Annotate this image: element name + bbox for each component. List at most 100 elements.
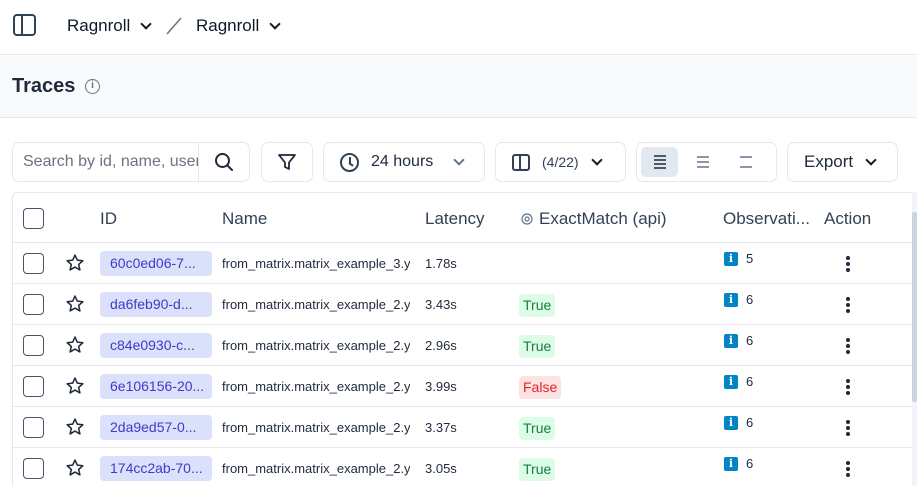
observations-cell: i6 (724, 456, 753, 471)
trace-latency: 2.96s (425, 338, 457, 353)
search-icon (215, 153, 233, 171)
more-actions-icon[interactable] (843, 377, 853, 397)
observations-count: 6 (746, 292, 754, 307)
table-row[interactable]: c84e0930-c... from_matrix.matrix_example_… (13, 325, 917, 366)
more-actions-icon[interactable] (843, 254, 853, 274)
table-row[interactable]: da6feb90-d... from_matrix.matrix_example_… (13, 284, 917, 325)
top-bar: Ragnroll Ragnroll (0, 0, 917, 55)
page-title: Traces (12, 75, 76, 97)
page-header: Traces i (0, 56, 917, 118)
density-medium-button[interactable] (684, 147, 721, 177)
trace-id-link[interactable]: c84e0930-c... (100, 333, 212, 358)
info-icon: i (724, 415, 738, 430)
row-checkbox[interactable] (23, 417, 44, 438)
observations-count: 6 (746, 374, 754, 389)
observations-count: 6 (746, 456, 754, 471)
breadcrumb-env[interactable]: Ragnroll (196, 16, 281, 36)
rows-compact-icon (653, 155, 666, 169)
trace-name: from_matrix.matrix_example_2.yaml (222, 297, 410, 312)
star-icon[interactable] (65, 417, 85, 437)
row-checkbox[interactable] (23, 253, 44, 274)
more-actions-icon[interactable] (843, 459, 853, 479)
table-row[interactable]: 6e106156-20... from_matrix.matrix_example… (13, 366, 917, 407)
trace-id-link[interactable]: 6e106156-20... (100, 374, 212, 399)
observations-cell: i6 (724, 333, 753, 348)
trace-id-link[interactable]: 2da9ed57-0... (100, 415, 212, 440)
trace-name: from_matrix.matrix_example_2.yaml (222, 338, 410, 353)
breadcrumb-separator-icon (166, 17, 182, 35)
density-expanded-button[interactable] (727, 147, 764, 177)
breadcrumb-env-label: Ragnroll (196, 16, 260, 35)
column-header-id[interactable]: ID (100, 209, 117, 229)
observations-count: 6 (746, 415, 754, 430)
star-icon[interactable] (65, 376, 85, 396)
breadcrumb-project-label: Ragnroll (67, 16, 131, 35)
trace-latency: 1.78s (425, 256, 457, 271)
chevron-down-icon (453, 153, 465, 166)
column-header-latency[interactable]: Latency (425, 209, 485, 229)
trace-name: from_matrix.matrix_example_2.yaml (222, 461, 410, 476)
info-icon[interactable]: i (85, 79, 100, 94)
trace-latency: 3.43s (425, 297, 457, 312)
chevron-down-icon (140, 17, 152, 30)
breadcrumb-project[interactable]: Ragnroll (67, 16, 152, 36)
score-badge: True (519, 458, 556, 481)
row-checkbox[interactable] (23, 294, 44, 315)
search-input[interactable] (13, 153, 199, 171)
row-checkbox[interactable] (23, 376, 44, 397)
search-box (12, 142, 250, 182)
columns-count: (4/22) (542, 154, 579, 170)
trace-latency: 3.99s (425, 379, 457, 394)
table-row[interactable]: 174cc2ab-70... from_matrix.matrix_example… (13, 448, 917, 486)
info-icon: i (724, 251, 738, 266)
more-actions-icon[interactable] (843, 295, 853, 315)
table-row[interactable]: 60c0ed06-7... from_matrix.matrix_example_… (13, 243, 917, 284)
density-compact-button[interactable] (641, 147, 678, 177)
more-actions-icon[interactable] (843, 418, 853, 438)
observations-cell: i6 (724, 292, 753, 307)
row-density-toggle (636, 142, 777, 182)
table-scrollbar-thumb[interactable] (912, 212, 917, 402)
columns-button[interactable]: (4/22) (495, 142, 626, 182)
chevron-down-icon (269, 17, 281, 30)
observations-cell: i6 (724, 415, 753, 430)
info-icon: i (724, 374, 738, 389)
search-button[interactable] (198, 143, 249, 181)
column-header-name[interactable]: Name (222, 209, 267, 229)
trace-id-link[interactable]: da6feb90-d... (100, 292, 212, 317)
score-icon (521, 213, 533, 225)
star-icon[interactable] (65, 458, 85, 478)
info-icon: i (724, 333, 738, 348)
score-badge: True (519, 294, 556, 317)
export-button[interactable]: Export (787, 142, 898, 182)
row-checkbox[interactable] (23, 458, 44, 479)
score-badge: True (519, 335, 556, 358)
trace-name: from_matrix.matrix_example_2.yaml (222, 420, 410, 435)
column-header-score[interactable]: ExactMatch (api) (539, 209, 667, 229)
rows-medium-icon (696, 156, 709, 168)
observations-count: 6 (746, 333, 754, 348)
score-badge: False (519, 376, 562, 399)
column-header-observations[interactable]: Observati... (723, 209, 810, 229)
filter-button[interactable] (261, 142, 313, 182)
export-label: Export (804, 152, 854, 171)
trace-id-link[interactable]: 174cc2ab-70... (100, 456, 212, 481)
table-row[interactable]: 2da9ed57-0... from_matrix.matrix_example_… (13, 407, 917, 448)
star-icon[interactable] (65, 294, 85, 314)
observations-cell: i5 (724, 251, 753, 266)
star-icon[interactable] (65, 335, 85, 355)
trace-name: from_matrix.matrix_example_3.yaml (222, 256, 410, 271)
trace-id-link[interactable]: 60c0ed06-7... (100, 251, 212, 276)
chevron-down-icon (590, 153, 603, 166)
table-header: ID Name Latency ExactMatch (api) Observa… (13, 193, 917, 243)
sidebar-toggle-icon[interactable] (13, 14, 36, 36)
select-all-checkbox[interactable] (23, 208, 44, 229)
more-actions-icon[interactable] (843, 336, 853, 356)
trace-name: from_matrix.matrix_example_2.yaml (222, 379, 410, 394)
row-checkbox[interactable] (23, 335, 44, 356)
star-icon[interactable] (65, 253, 85, 273)
time-range-select[interactable]: 24 hours (323, 142, 485, 182)
clock-icon (340, 152, 359, 172)
observations-cell: i6 (724, 374, 753, 389)
columns-icon (512, 153, 530, 171)
